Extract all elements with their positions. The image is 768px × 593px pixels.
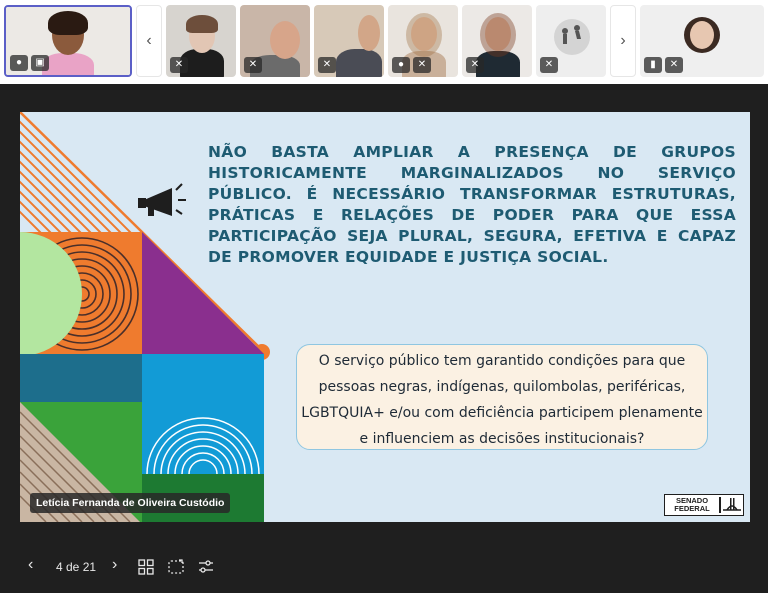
- mic-off-icon: ✕: [244, 57, 262, 73]
- question-line: O serviço público tem garantido condiçõe…: [318, 353, 686, 369]
- slide-headline: NÃO BASTA AMPLIAR A PRESENÇA DE GRUPOS H…: [208, 143, 736, 266]
- mic-off-icon: ✕: [540, 57, 558, 73]
- presentation-stage: NÃO BASTA AMPLIAR A PRESENÇA DE GRUPOS H…: [0, 84, 768, 544]
- be-kind-logo: [554, 19, 590, 55]
- question-line: LGBTQUIA+ e/ou com deficiência participe…: [301, 405, 703, 421]
- sync-view-icon[interactable]: [168, 559, 184, 578]
- logo-line-2: FEDERAL: [674, 504, 710, 513]
- chevron-left-icon[interactable]: ‹: [28, 556, 33, 574]
- senado-dome-icon: [722, 498, 741, 511]
- participant-tile-speaker[interactable]: ● ▣: [4, 5, 132, 77]
- strip-next-button[interactable]: ›: [610, 5, 636, 77]
- slide: NÃO BASTA AMPLIAR A PRESENÇA DE GRUPOS H…: [20, 112, 750, 522]
- presentation-controls: ‹ 4 de 21 ›: [0, 544, 768, 593]
- page-indicator: 4 de 21: [56, 560, 97, 574]
- question-line: pessoas negras, indígenas, quilombolas, …: [318, 379, 686, 395]
- senado-federal-logo: SENADO FEDERAL: [664, 494, 744, 516]
- participants-icon: ●: [392, 57, 410, 73]
- chevron-right-icon[interactable]: ›: [112, 556, 117, 574]
- participant-tile-7[interactable]: ✕: [536, 5, 606, 77]
- teal-band: [20, 354, 142, 402]
- participant-tile-2[interactable]: ✕: [166, 5, 236, 77]
- mic-off-icon: ✕: [466, 57, 484, 73]
- participant-tile-5[interactable]: ● ✕: [388, 5, 458, 77]
- sliders-icon[interactable]: [198, 559, 214, 578]
- blue-square: [142, 354, 264, 476]
- megaphone-icon: [138, 183, 186, 216]
- question-box: O serviço público tem garantido condiçõe…: [296, 344, 708, 450]
- mic-off-icon: ✕: [413, 57, 431, 73]
- participant-tile-4[interactable]: ✕: [314, 5, 384, 77]
- presenter-name-tag: Letícia Fernanda de Oliveira Custódio: [30, 493, 231, 513]
- participant-tile-8[interactable]: ▮ ✕: [640, 5, 764, 77]
- mic-off-icon: ✕: [665, 57, 683, 73]
- participant-tile-3[interactable]: ✕: [240, 5, 310, 77]
- signal-icon: ▮: [644, 57, 662, 73]
- grid-view-icon[interactable]: [138, 559, 154, 578]
- question-line: e influenciem as decisões institucionais…: [359, 431, 645, 447]
- mic-off-icon: ✕: [170, 57, 188, 73]
- strip-prev-button[interactable]: ‹: [136, 5, 162, 77]
- share-icon: ▣: [31, 55, 49, 71]
- participants-icon: ●: [10, 55, 28, 71]
- participant-tile-6[interactable]: ✕: [462, 5, 532, 77]
- participant-strip: ● ▣ ‹ ✕ ✕ ✕ ● ✕ ✕ ✕ › ▮ ✕: [0, 0, 768, 84]
- mic-off-icon: ✕: [318, 57, 336, 73]
